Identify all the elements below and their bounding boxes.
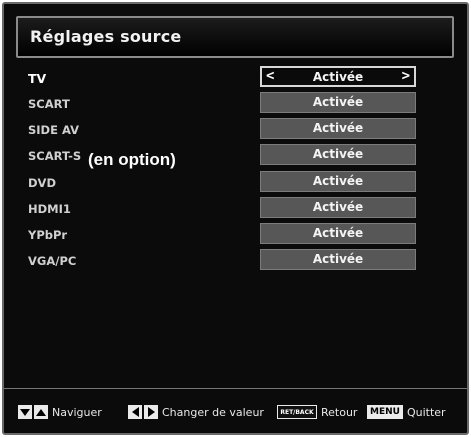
source-label-hdmi1: HDMI1 bbox=[28, 202, 71, 216]
footer-navigate-label: Naviguer bbox=[52, 405, 102, 419]
source-value-side-av: Activée bbox=[312, 121, 364, 135]
source-value-scart: Activée bbox=[312, 95, 364, 109]
source-value-selector-dvd[interactable]: Activée bbox=[260, 171, 416, 192]
source-value-hdmi1: Activée bbox=[312, 200, 364, 214]
source-label-scart-s: SCART-S bbox=[28, 149, 82, 163]
source-row-hdmi1[interactable]: HDMI1 Activée bbox=[4, 197, 467, 221]
chevron-right-icon[interactable]: > bbox=[402, 68, 410, 84]
source-settings-panel: Réglages source TV < Activée > SCART Act… bbox=[2, 2, 469, 435]
source-label-dvd: DVD bbox=[28, 176, 56, 190]
tv-osd-screen: Réglages source TV < Activée > SCART Act… bbox=[0, 0, 471, 437]
source-value-dvd: Activée bbox=[312, 174, 364, 188]
source-row-dvd[interactable]: DVD Activée bbox=[4, 171, 467, 195]
source-row-tv[interactable]: TV < Activée > bbox=[4, 66, 467, 90]
page-title: Réglages source bbox=[30, 27, 182, 46]
source-row-side-av[interactable]: SIDE AV Activée bbox=[4, 118, 467, 142]
source-value-selector-scart-s[interactable]: Activée bbox=[260, 144, 416, 165]
footer-quit-label: Quitter bbox=[406, 405, 446, 419]
source-label-vga-pc: VGA/PC bbox=[28, 254, 77, 268]
footer-navigate: Naviguer bbox=[18, 401, 102, 423]
source-row-ypbpr[interactable]: YPbPr Activée bbox=[4, 223, 467, 247]
return-key-icon: RET/BACK bbox=[277, 405, 317, 419]
source-value-selector-tv[interactable]: < Activée > bbox=[260, 66, 416, 87]
source-row-vga-pc[interactable]: VGA/PC Activée bbox=[4, 249, 467, 273]
title-bar: Réglages source bbox=[16, 16, 454, 58]
source-value-selector-vga-pc[interactable]: Activée bbox=[260, 249, 416, 270]
source-value-scart-s: Activée bbox=[312, 147, 364, 161]
source-value-selector-side-av[interactable]: Activée bbox=[260, 118, 416, 139]
footer-return: RET/BACK Retour bbox=[277, 401, 357, 423]
footer-quit: MENU Quitter bbox=[367, 401, 446, 423]
footer-help-bar: Naviguer Changer de valeur RET/BACK Reto… bbox=[4, 401, 467, 427]
arrow-right-key-icon bbox=[144, 405, 158, 419]
footer-divider bbox=[4, 388, 467, 389]
source-value-selector-scart[interactable]: Activée bbox=[260, 92, 416, 113]
source-row-scart-s[interactable]: SCART-S Activée bbox=[4, 144, 467, 168]
source-label-scart: SCART bbox=[28, 97, 70, 111]
source-row-scart[interactable]: SCART Activée bbox=[4, 92, 467, 116]
source-value-vga-pc: Activée bbox=[312, 252, 364, 266]
source-value-selector-ypbpr[interactable]: Activée bbox=[260, 223, 416, 244]
arrow-up-key-icon bbox=[34, 405, 48, 419]
optional-note: (en option) bbox=[88, 150, 176, 169]
source-label-tv: TV bbox=[28, 71, 47, 86]
arrow-down-key-icon bbox=[18, 405, 32, 419]
source-value-selector-hdmi1[interactable]: Activée bbox=[260, 197, 416, 218]
source-value-ypbpr: Activée bbox=[312, 226, 364, 240]
arrow-left-key-icon bbox=[128, 405, 142, 419]
source-value-tv: Activée bbox=[312, 70, 364, 84]
source-label-ypbpr: YPbPr bbox=[28, 228, 68, 242]
footer-return-label: Retour bbox=[321, 405, 358, 419]
footer-change-value: Changer de valeur bbox=[128, 401, 264, 423]
footer-change-value-label: Changer de valeur bbox=[162, 405, 264, 419]
source-label-side-av: SIDE AV bbox=[28, 123, 79, 137]
menu-key-icon: MENU bbox=[367, 405, 403, 419]
